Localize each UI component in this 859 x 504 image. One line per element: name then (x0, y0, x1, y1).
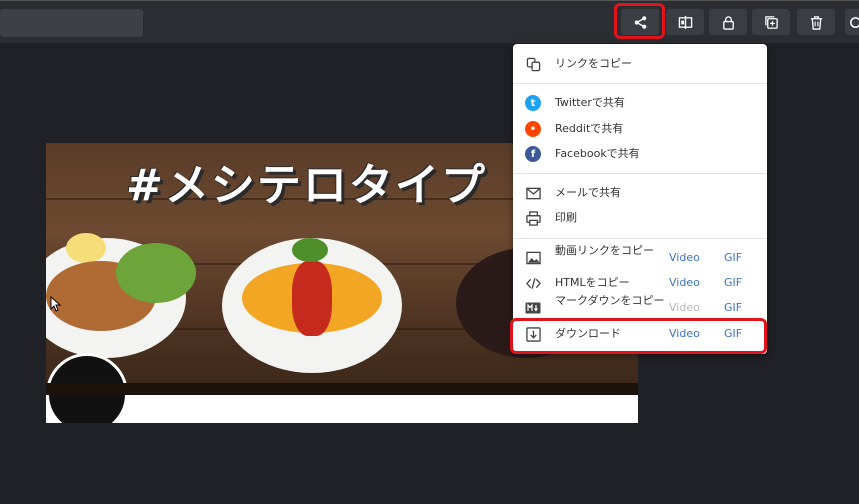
compare-button[interactable] (666, 9, 704, 35)
copy-video-link-gif[interactable]: GIF (724, 251, 742, 265)
reddit-share-label: Redditで共有 (555, 122, 624, 135)
image-icon (525, 250, 541, 266)
copy-link-label: リンクをコピー (555, 57, 632, 70)
copy-markdown-item: マークダウンをコピー Video GIF (513, 294, 767, 320)
mouse-cursor-icon (50, 296, 62, 312)
reddit-share-item[interactable]: • Redditで共有 (513, 117, 767, 141)
copy-html-video[interactable]: Video (669, 276, 700, 290)
copy-markdown-gif[interactable]: GIF (724, 301, 742, 315)
compare-icon (678, 15, 692, 29)
delete-button[interactable] (797, 9, 835, 35)
circle-icon (849, 16, 859, 28)
copy-link-icon (525, 56, 541, 72)
title-input[interactable] (0, 9, 143, 37)
mail-icon (525, 185, 541, 201)
lock-button[interactable] (709, 9, 747, 35)
copy-video-link-item: 動画リンクをコピー Video GIF (513, 244, 767, 270)
lettuce (116, 243, 196, 303)
copy-html-label: HTMLをコピー (555, 276, 630, 289)
email-share-label: メールで共有 (555, 186, 621, 199)
divider (513, 173, 767, 174)
copy-markdown-label: マークダウンをコピー (555, 294, 665, 307)
top-toolbar (0, 0, 859, 43)
markdown-icon (525, 300, 541, 316)
copy-html-item: HTMLをコピー Video GIF (513, 271, 767, 295)
facebook-icon: f (525, 146, 541, 162)
print-item[interactable]: 印刷 (513, 206, 767, 230)
duplicate-icon (764, 15, 778, 29)
download-row-highlight (510, 318, 767, 354)
divider (513, 83, 767, 84)
more-button[interactable] (845, 9, 859, 35)
copy-video-link-video[interactable]: Video (669, 251, 700, 265)
facebook-share-label: Facebookで共有 (555, 147, 640, 160)
divider (513, 238, 767, 239)
twitter-share-label: Twitterで共有 (555, 96, 625, 109)
mayo-dish (66, 233, 106, 263)
reddit-icon: • (525, 121, 541, 137)
copy-link-item[interactable]: リンクをコピー (513, 52, 767, 76)
lock-icon (722, 15, 734, 30)
email-share-item[interactable]: メールで共有 (513, 181, 767, 205)
duplicate-button[interactable] (752, 9, 790, 35)
banner-bottom-bar (46, 383, 638, 395)
code-icon (525, 275, 541, 291)
copy-video-link-label: 動画リンクをコピー (555, 244, 654, 257)
copy-markdown-video: Video (669, 301, 700, 314)
twitter-icon: t (525, 95, 541, 111)
share-menu: リンクをコピー t Twitterで共有 • Redditで共有 f Faceb… (513, 44, 767, 354)
copy-html-gif[interactable]: GIF (724, 276, 742, 290)
broccoli (292, 238, 328, 262)
share-button-highlight (614, 3, 665, 39)
facebook-share-item[interactable]: f Facebookで共有 (513, 142, 767, 166)
print-label: 印刷 (555, 211, 577, 224)
trash-icon (810, 15, 822, 30)
twitter-share-item[interactable]: t Twitterで共有 (513, 91, 767, 115)
banner-title: #メシテロタイプ (126, 160, 487, 211)
printer-icon (525, 210, 541, 226)
ketchup (292, 261, 332, 336)
